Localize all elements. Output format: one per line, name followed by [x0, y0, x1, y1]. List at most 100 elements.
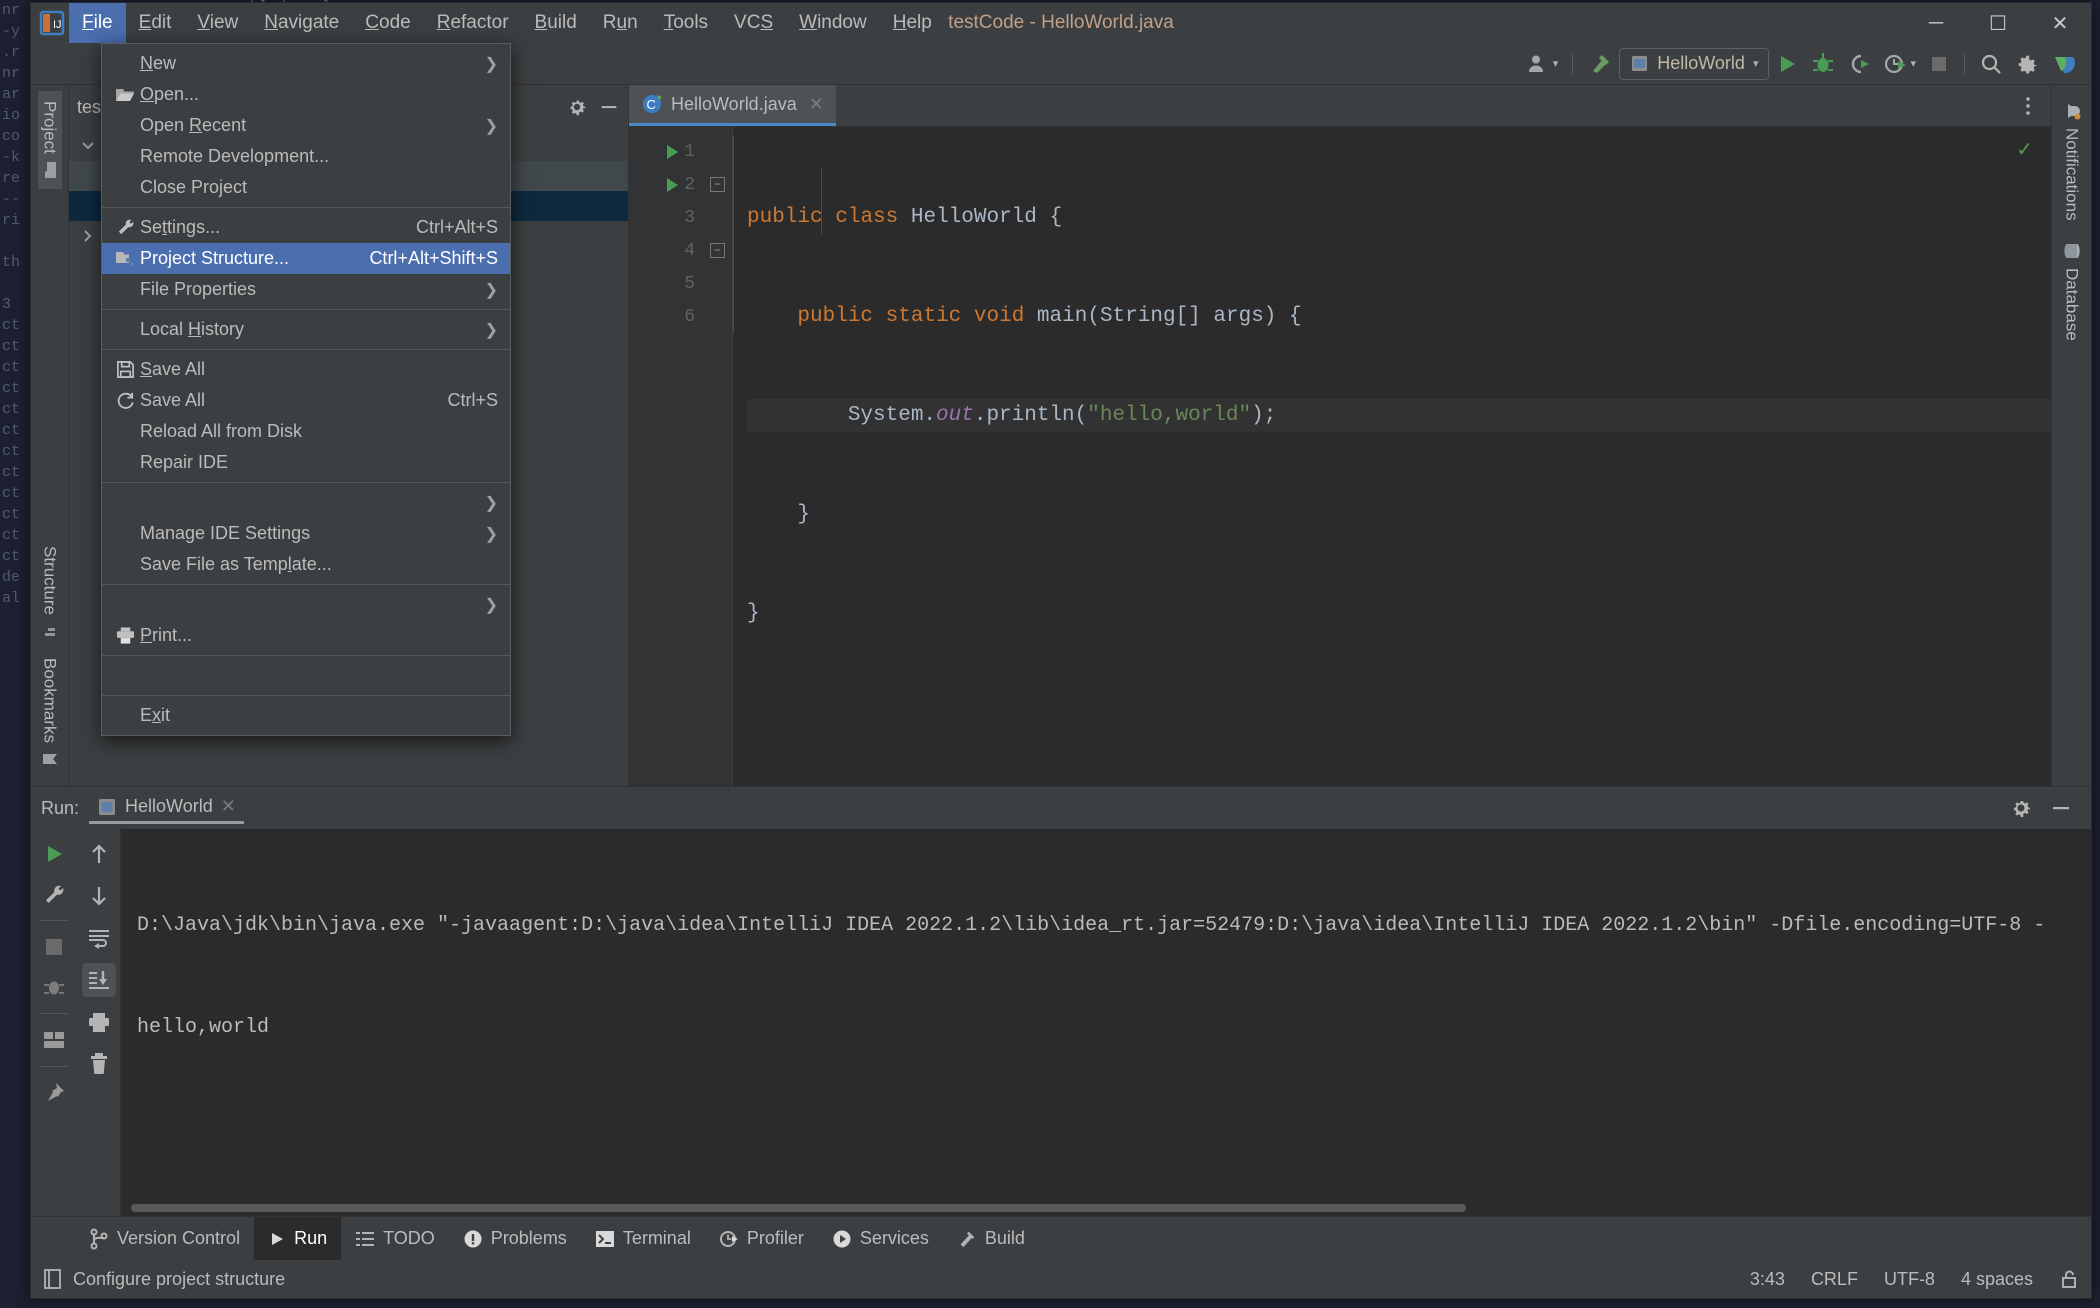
- chevron-down-icon[interactable]: ▾: [1753, 57, 1759, 70]
- maximize-button[interactable]: ☐: [1967, 3, 2029, 43]
- close-button[interactable]: ✕: [2029, 3, 2091, 43]
- run-configuration-selector[interactable]: HelloWorld ▾: [1619, 47, 1770, 80]
- menu-window[interactable]: Window: [786, 3, 880, 43]
- editor-tab-helloworld[interactable]: C HelloWorld.java ✕: [629, 85, 836, 126]
- ide-assistant-icon[interactable]: [2045, 47, 2083, 81]
- sidebar-item-notifications[interactable]: Notifications: [2060, 91, 2084, 231]
- stop-icon[interactable]: [1922, 47, 1956, 81]
- scroll-up-icon[interactable]: [82, 837, 116, 871]
- menu-item-manage-ide-settings[interactable]: ❯: [102, 487, 510, 518]
- console-horizontal-scrollbar[interactable]: [131, 1204, 1466, 1212]
- sidebar-item-project[interactable]: Project: [37, 91, 62, 189]
- wrench-icon[interactable]: [37, 877, 71, 911]
- menu-item-reload-all-from-disk[interactable]: Save All Ctrl+S: [102, 385, 510, 416]
- fold-region-end-icon[interactable]: −: [710, 243, 725, 258]
- editor-more-options-icon[interactable]: [2017, 95, 2039, 117]
- menu-item-open[interactable]: Open...: [102, 79, 510, 110]
- menu-view[interactable]: View: [184, 3, 251, 43]
- bottom-tab-todo[interactable]: TODO: [341, 1217, 449, 1260]
- run-tab-helloworld[interactable]: HelloWorld ✕: [89, 792, 244, 824]
- bottom-tab-profiler[interactable]: Profiler: [705, 1217, 818, 1260]
- debug-icon[interactable]: [1805, 47, 1841, 81]
- rerun-icon[interactable]: [37, 837, 71, 871]
- menu-item-invalidate-caches[interactable]: Repair IDE: [102, 447, 510, 478]
- menu-vcs[interactable]: VCS: [721, 3, 786, 43]
- menu-item-close-project[interactable]: Close Project: [102, 172, 510, 203]
- menu-item-print[interactable]: Print...: [102, 620, 510, 651]
- run-settings-gear-icon[interactable]: [2009, 796, 2033, 820]
- menu-tools[interactable]: Tools: [651, 3, 721, 43]
- close-icon[interactable]: ✕: [809, 94, 824, 115]
- fold-region-icon[interactable]: −: [710, 177, 725, 192]
- stop-icon[interactable]: [37, 930, 71, 964]
- menu-item-save-all[interactable]: Save All: [102, 354, 510, 385]
- bottom-tab-problems[interactable]: Problems: [449, 1217, 581, 1260]
- sidebar-item-structure[interactable]: Structure: [38, 536, 62, 648]
- settings-gear-icon[interactable]: [2009, 47, 2045, 81]
- menu-item-power-save-mode[interactable]: [102, 660, 510, 691]
- menu-item-local-history[interactable]: Local History ❯: [102, 314, 510, 345]
- layout-icon[interactable]: [37, 1023, 71, 1057]
- menu-item-new-projects-setup[interactable]: Manage IDE Settings ❯: [102, 518, 510, 549]
- bottom-tab-version-control[interactable]: Version Control: [75, 1217, 254, 1260]
- menu-item-file-properties[interactable]: File Properties ❯: [102, 274, 510, 305]
- user-avatar-icon[interactable]: ▾: [1520, 47, 1565, 81]
- menu-item-repair-ide[interactable]: Reload All from Disk: [102, 416, 510, 447]
- menu-run[interactable]: Run: [590, 3, 651, 43]
- editor-fold-column[interactable]: − −: [703, 127, 733, 786]
- menu-item-project-structure[interactable]: Project Structure... Ctrl+Alt+Shift+S: [102, 243, 510, 274]
- soft-wrap-icon[interactable]: [82, 921, 116, 955]
- run-gutter-icon[interactable]: [667, 177, 678, 192]
- caret-position[interactable]: 3:43: [1750, 1269, 1785, 1290]
- trash-icon[interactable]: [82, 1047, 116, 1081]
- menu-bar[interactable]: File Edit View Navigate Code Refactor Bu…: [69, 3, 945, 43]
- bottom-tab-services[interactable]: Services: [818, 1217, 943, 1260]
- editor-gutter[interactable]: 1 2 3 4 5 6: [629, 127, 703, 786]
- hammer-build-icon[interactable]: [1581, 47, 1619, 81]
- close-icon[interactable]: ✕: [221, 796, 236, 817]
- menu-item-exit[interactable]: Exit: [102, 700, 510, 731]
- project-settings-gear-icon[interactable]: [566, 96, 588, 118]
- menu-item-save-file-as-template[interactable]: Save File as Template...: [102, 549, 510, 580]
- menu-code[interactable]: Code: [352, 3, 423, 43]
- menu-item-new[interactable]: New ❯: [102, 48, 510, 79]
- menu-navigate[interactable]: Navigate: [251, 3, 352, 43]
- search-icon[interactable]: [1973, 47, 2009, 81]
- menu-edit[interactable]: Edit: [126, 3, 185, 43]
- menu-item-remote-development[interactable]: Remote Development...: [102, 141, 510, 172]
- menu-refactor[interactable]: Refactor: [424, 3, 522, 43]
- editor-body[interactable]: 1 2 3 4 5 6 − − public class HelloWorld …: [629, 127, 2051, 786]
- code-text[interactable]: public class HelloWorld { public static …: [733, 127, 2051, 786]
- file-menu-popup[interactable]: New ❯ Open... Open Recent ❯ Remote Devel…: [101, 43, 511, 736]
- bottom-tab-terminal[interactable]: Terminal: [581, 1217, 705, 1260]
- file-encoding[interactable]: UTF-8: [1884, 1269, 1935, 1290]
- unlocked-icon[interactable]: [2059, 1268, 2079, 1290]
- indent-setting[interactable]: 4 spaces: [1961, 1269, 2033, 1290]
- bottom-tab-build[interactable]: Build: [943, 1217, 1039, 1260]
- run-coverage-icon[interactable]: [1841, 47, 1877, 81]
- menu-help[interactable]: Help: [880, 3, 945, 43]
- line-separator[interactable]: CRLF: [1811, 1269, 1858, 1290]
- menu-item-settings[interactable]: Settings... Ctrl+Alt+S: [102, 212, 510, 243]
- menu-item-open-recent[interactable]: Open Recent ❯: [102, 110, 510, 141]
- bug-icon[interactable]: [37, 970, 71, 1004]
- hide-tool-window-icon[interactable]: [598, 96, 620, 118]
- run-icon[interactable]: [1769, 47, 1805, 81]
- minimize-button[interactable]: ─: [1905, 3, 1967, 43]
- scroll-down-icon[interactable]: [82, 879, 116, 913]
- sidebar-item-database[interactable]: Database: [2060, 231, 2084, 351]
- menu-item-export[interactable]: ❯: [102, 589, 510, 620]
- menu-build[interactable]: Build: [522, 3, 590, 43]
- sidebar-item-bookmarks[interactable]: Bookmarks: [38, 648, 62, 778]
- pin-icon[interactable]: [37, 1076, 71, 1110]
- hide-run-window-icon[interactable]: [2049, 796, 2073, 820]
- print-icon[interactable]: [82, 1005, 116, 1039]
- menu-file[interactable]: File: [69, 3, 126, 43]
- scroll-to-end-icon[interactable]: [81, 963, 116, 997]
- inspection-ok-icon[interactable]: ✓: [2016, 137, 2033, 162]
- profiler-icon[interactable]: ▾: [1877, 47, 1922, 81]
- project-structure-status-icon[interactable]: [43, 1268, 63, 1290]
- console-output[interactable]: D:\Java\jdk\bin\java.exe "-javaagent:D:\…: [121, 829, 2091, 1216]
- bottom-tab-run[interactable]: Run: [254, 1217, 342, 1260]
- run-gutter-icon[interactable]: [667, 144, 678, 159]
